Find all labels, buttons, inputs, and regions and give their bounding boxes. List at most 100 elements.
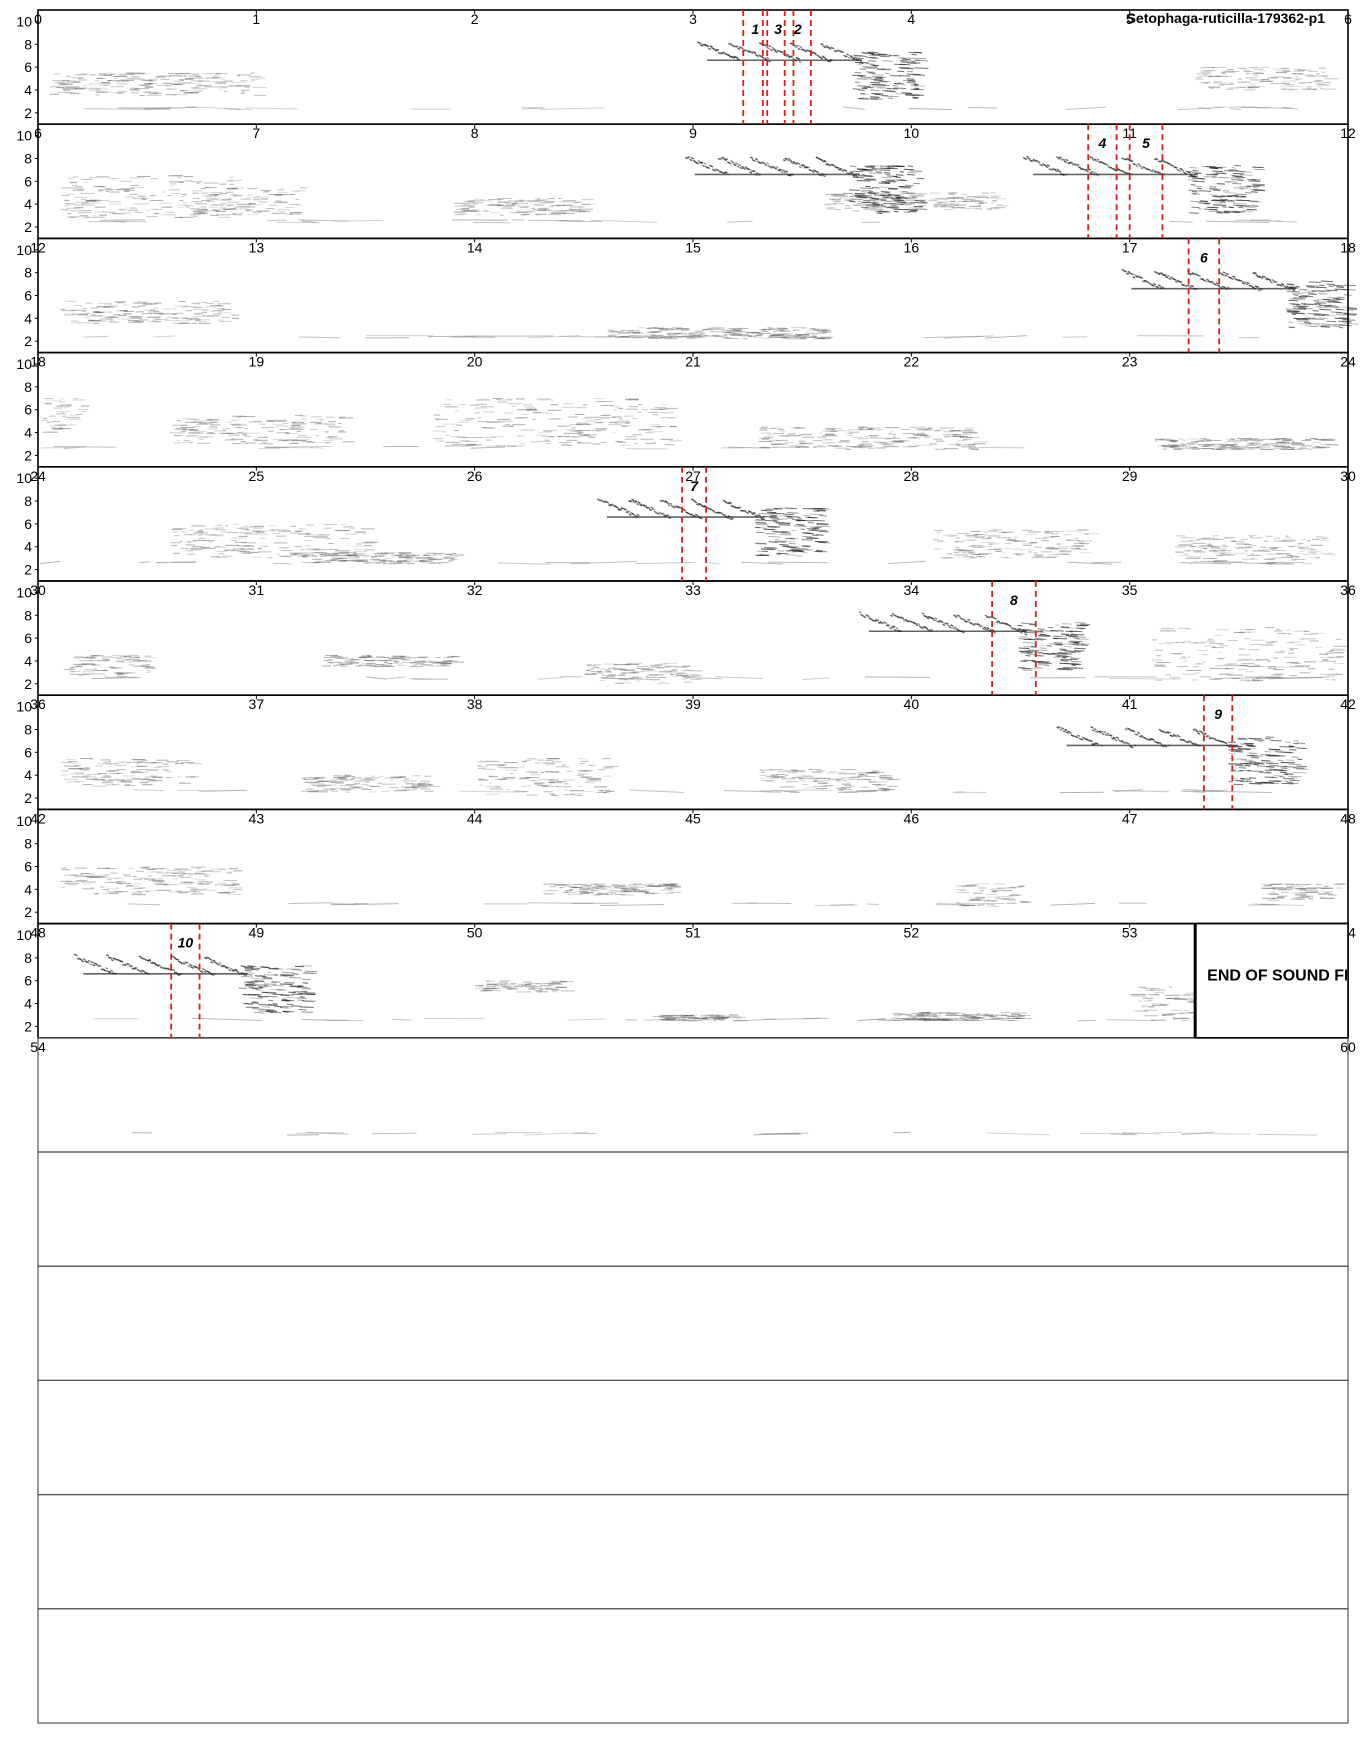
hum-band — [1106, 1019, 1155, 1022]
song-downsweep — [892, 84, 899, 87]
song-downsweep — [868, 60, 877, 62]
song-downsweep — [906, 78, 915, 80]
hum-band — [459, 790, 520, 793]
song-note — [695, 161, 699, 165]
song-downsweep — [891, 91, 897, 93]
song-note — [730, 159, 734, 163]
song-downsweep — [887, 88, 898, 90]
song-downsweep — [851, 55, 862, 57]
song-note — [797, 47, 801, 51]
song-downsweep — [869, 89, 880, 92]
song-note — [740, 46, 744, 50]
song-downsweep — [857, 98, 871, 100]
y-tick-label: 2 — [24, 333, 32, 349]
song-downsweep — [867, 51, 878, 54]
song-downsweep — [867, 72, 876, 74]
y-tick-label: 4 — [24, 996, 32, 1012]
hum-band — [384, 676, 406, 680]
y-tick-label: 8 — [24, 36, 32, 52]
hum-band — [715, 676, 763, 679]
song-note — [765, 45, 769, 48]
song-downsweep — [906, 81, 917, 84]
song-note — [823, 56, 827, 60]
hum-band — [537, 677, 563, 680]
song-note — [731, 161, 735, 165]
hum-band — [1257, 1133, 1317, 1136]
song-downsweep — [910, 62, 921, 64]
hum-band — [408, 677, 432, 680]
hum-band — [365, 676, 386, 680]
hum-band — [127, 903, 161, 906]
hum-band — [1204, 790, 1273, 794]
y-tick-label: 6 — [24, 402, 32, 418]
song-note — [785, 53, 789, 57]
song-downsweep — [900, 61, 910, 64]
y-tick-label: 6 — [24, 59, 32, 75]
hum-band — [139, 561, 151, 564]
song-note — [771, 46, 775, 50]
hum-band — [888, 560, 927, 565]
song-note — [847, 56, 851, 60]
y-tick-label: 6 — [24, 973, 32, 989]
song-downsweep — [898, 57, 907, 59]
song-downsweep — [879, 55, 891, 58]
song-downsweep — [914, 67, 929, 69]
song-note — [766, 46, 770, 50]
song-downsweep — [914, 59, 920, 61]
song-downsweep — [870, 53, 875, 56]
song-downsweep — [866, 66, 878, 69]
song-downsweep — [857, 85, 871, 87]
song-downsweep — [909, 60, 916, 62]
y-tick-label: 8 — [24, 150, 32, 166]
y-tick-label: 8 — [24, 950, 32, 966]
song-downsweep — [872, 65, 878, 67]
song-downsweep — [866, 63, 875, 65]
song-downsweep — [861, 97, 869, 100]
hum-band — [802, 677, 830, 681]
song-downsweep — [870, 81, 881, 84]
song-downsweep — [852, 88, 861, 90]
hum-band — [520, 106, 545, 109]
song-downsweep — [874, 77, 883, 80]
song-note — [727, 54, 731, 57]
hum-band — [333, 220, 384, 222]
y-tick-label: 8 — [24, 836, 32, 852]
hum-band — [265, 445, 332, 448]
y-tick-label: 2 — [24, 1018, 32, 1034]
hum-band — [83, 335, 109, 338]
song-note — [690, 156, 695, 160]
y-tick-label: 6 — [24, 859, 32, 875]
y-tick-label: 2 — [24, 105, 32, 121]
song-note — [795, 44, 800, 48]
song-note — [735, 56, 739, 59]
song-downsweep — [870, 96, 880, 98]
song-downsweep — [887, 97, 894, 100]
song-note — [736, 165, 740, 168]
song-downsweep — [870, 84, 883, 86]
song-downsweep — [914, 57, 927, 60]
song-downsweep — [863, 67, 876, 69]
song-note — [774, 50, 778, 54]
song-note — [739, 166, 743, 170]
song-downsweep — [876, 69, 890, 71]
song-downsweep — [870, 98, 878, 100]
y-tick-label: 8 — [24, 265, 32, 281]
hum-band — [372, 1132, 417, 1135]
song-downsweep — [890, 95, 899, 98]
y-tick-label: 4 — [24, 425, 32, 441]
y-tick-label: 4 — [24, 653, 32, 669]
hum-band — [1109, 677, 1175, 680]
y-tick-label: 6 — [24, 744, 32, 760]
hum-band — [288, 902, 332, 905]
hum-band — [695, 677, 722, 680]
hum-band — [1065, 106, 1107, 111]
y-tick-label: 2 — [24, 790, 32, 806]
hum-band — [935, 903, 963, 906]
hum-band — [1169, 220, 1193, 223]
song-note — [741, 165, 745, 169]
song-note — [728, 162, 732, 165]
song-note — [828, 47, 832, 51]
song-downsweep — [868, 54, 875, 57]
song-downsweep — [913, 85, 925, 87]
song-downsweep — [894, 83, 901, 85]
